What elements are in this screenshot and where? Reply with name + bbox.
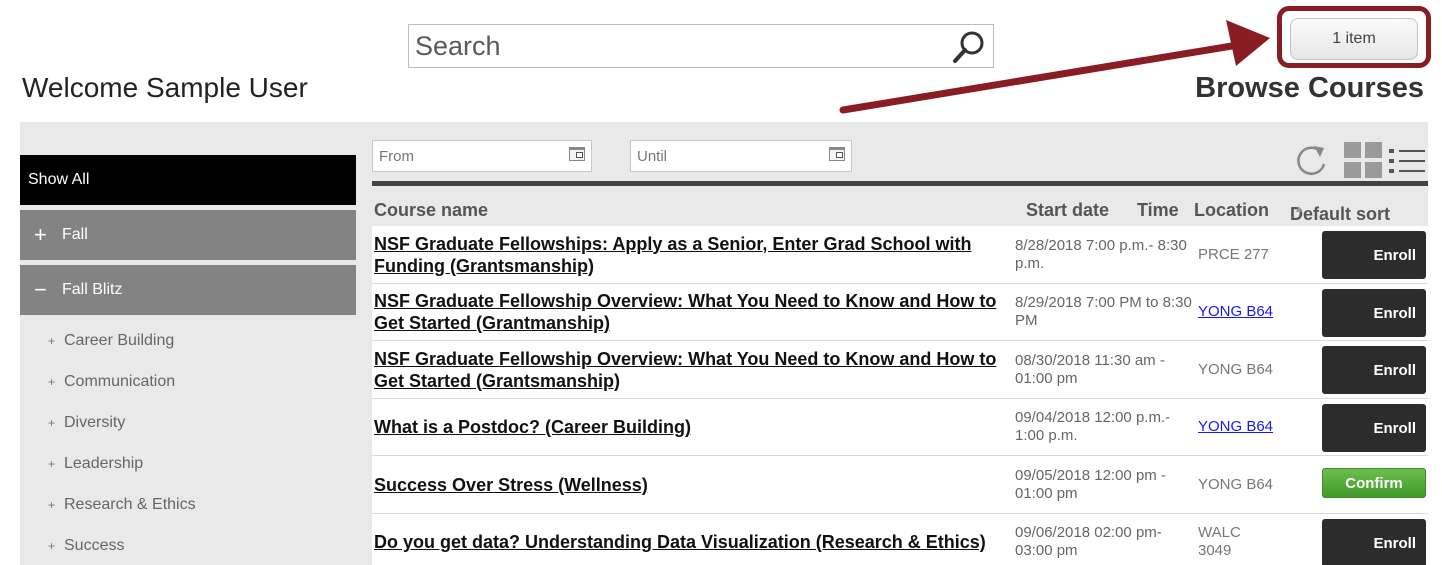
expand-icon: + bbox=[34, 222, 47, 247]
course-datetime: 09/04/2018 12:00 p.m.- 1:00 p.m. bbox=[1015, 409, 1171, 444]
sidebar-group-fall-blitz[interactable]: − Fall Blitz bbox=[20, 265, 356, 315]
course-link[interactable]: NSF Graduate Fellowships: Apply as a Sen… bbox=[374, 226, 1014, 283]
collapse-icon: − bbox=[34, 277, 47, 302]
sort-label: Default sort bbox=[1290, 204, 1391, 224]
category-sidebar: Show All + Fall − Fall Blitz + Career Build… bbox=[20, 155, 356, 565]
sidebar-group-label: Fall Blitz bbox=[62, 281, 123, 298]
course-link[interactable]: What is a Postdoc? (Career Building) bbox=[374, 399, 1014, 456]
bullet-icon: + bbox=[48, 416, 56, 430]
course-datetime: 09/06/2018 02:00 pm- 03:00 pm bbox=[1015, 524, 1162, 559]
sidebar-item-career-building[interactable]: + Career Building bbox=[20, 320, 356, 361]
sidebar-item-label: Research & Ethics bbox=[64, 496, 196, 513]
calendar-icon[interactable] bbox=[829, 147, 845, 161]
course-location: YONG B64 bbox=[1198, 360, 1274, 378]
location-link[interactable]: YONG B64 bbox=[1198, 399, 1278, 456]
annotation-arrow bbox=[839, 20, 1270, 114]
from-date-field bbox=[372, 140, 592, 172]
until-date-input[interactable] bbox=[631, 141, 821, 171]
refresh-icon[interactable] bbox=[1292, 142, 1330, 178]
column-start-date[interactable]: Start date bbox=[1026, 200, 1109, 221]
column-location[interactable]: Location bbox=[1194, 200, 1269, 221]
enroll-button[interactable]: Enroll bbox=[1322, 518, 1426, 565]
enroll-button[interactable]: Enroll bbox=[1322, 403, 1426, 452]
sidebar-item-communication[interactable]: + Communication bbox=[20, 361, 356, 402]
course-datetime: 08/30/2018 11:30 am - 01:00 pm bbox=[1015, 351, 1165, 387]
table-row: Do you get data? Understanding Data Visu… bbox=[372, 513, 1428, 565]
location-link[interactable]: YONG B64 bbox=[1198, 284, 1278, 341]
sidebar-item-label: Leadership bbox=[64, 455, 144, 472]
enroll-button[interactable]: Enroll bbox=[1322, 346, 1426, 394]
course-location: PRCE 277 bbox=[1198, 245, 1269, 263]
list-view-icon[interactable] bbox=[1388, 144, 1426, 178]
course-link[interactable]: Do you get data? Understanding Data Visu… bbox=[374, 514, 1014, 565]
course-datetime: 8/29/2018 7:00 PM to 8:30 PM bbox=[1015, 294, 1192, 329]
column-course-name[interactable]: Course name bbox=[374, 200, 488, 221]
search-icon[interactable] bbox=[951, 29, 987, 65]
bullet-icon: + bbox=[48, 498, 56, 512]
table-row: Success Over Stress (Wellness) 09/05/201… bbox=[372, 456, 1428, 514]
sidebar-item-label: Communication bbox=[64, 373, 176, 390]
until-date-field bbox=[630, 140, 852, 172]
from-date-input[interactable] bbox=[373, 141, 563, 171]
bullet-icon: + bbox=[48, 539, 56, 553]
confirm-button[interactable]: Confirm bbox=[1322, 468, 1426, 498]
sort-caret-icon: ▲ bbox=[1294, 204, 1304, 215]
sidebar-item-leadership[interactable]: + Leadership bbox=[20, 443, 356, 484]
welcome-message: Welcome Sample User bbox=[22, 72, 308, 103]
search-box bbox=[408, 24, 994, 68]
course-link[interactable]: Success Over Stress (Wellness) bbox=[374, 456, 1014, 513]
bullet-icon: + bbox=[48, 457, 56, 471]
search-input[interactable] bbox=[409, 25, 949, 67]
enroll-button[interactable]: Enroll bbox=[1322, 288, 1426, 337]
sidebar-item-label: Career Building bbox=[64, 332, 175, 349]
course-datetime: 09/05/2018 12:00 pm - 01:00 pm bbox=[1015, 466, 1166, 502]
grid-view-icon[interactable] bbox=[1344, 142, 1384, 178]
cart-button[interactable]: 1 item bbox=[1290, 18, 1418, 60]
sidebar-show-all[interactable]: Show All bbox=[20, 155, 356, 205]
column-time[interactable]: Time bbox=[1137, 200, 1179, 221]
table-row: NSF Graduate Fellowship Overview: What Y… bbox=[372, 283, 1428, 341]
page-title: Browse Courses bbox=[1195, 72, 1424, 104]
sidebar-item-label: Success bbox=[64, 537, 125, 554]
course-table: NSF Graduate Fellowships: Apply as a Sen… bbox=[372, 226, 1428, 565]
course-link[interactable]: NSF Graduate Fellowship Overview: What Y… bbox=[374, 341, 1014, 398]
course-location: YONG B64 bbox=[1198, 475, 1274, 493]
course-location: WALC 3049 bbox=[1198, 524, 1241, 559]
bullet-icon: + bbox=[48, 375, 56, 389]
toolbar-divider bbox=[372, 181, 1428, 186]
sidebar-item-success[interactable]: + Success bbox=[20, 525, 356, 565]
sidebar-item-label: Diversity bbox=[64, 414, 126, 431]
sidebar-group-label: Fall bbox=[62, 226, 88, 243]
sidebar-item-research-ethics[interactable]: + Research & Ethics bbox=[20, 484, 356, 525]
table-row: NSF Graduate Fellowship Overview: What Y… bbox=[372, 341, 1428, 399]
table-row: NSF Graduate Fellowships: Apply as a Sen… bbox=[372, 226, 1428, 284]
bullet-icon: + bbox=[48, 334, 56, 348]
table-row: What is a Postdoc? (Career Building) 09/… bbox=[372, 398, 1428, 456]
sidebar-item-diversity[interactable]: + Diversity bbox=[20, 402, 356, 443]
table-header: Course name Start date Time Location Def… bbox=[372, 196, 1428, 224]
course-link[interactable]: NSF Graduate Fellowship Overview: What Y… bbox=[374, 284, 1014, 341]
course-datetime: 8/28/2018 7:00 p.m.- 8:30 p.m. bbox=[1015, 236, 1187, 272]
enroll-button[interactable]: Enroll bbox=[1322, 231, 1426, 279]
sidebar-group-fall[interactable]: + Fall bbox=[20, 210, 356, 260]
calendar-icon[interactable] bbox=[569, 147, 585, 161]
